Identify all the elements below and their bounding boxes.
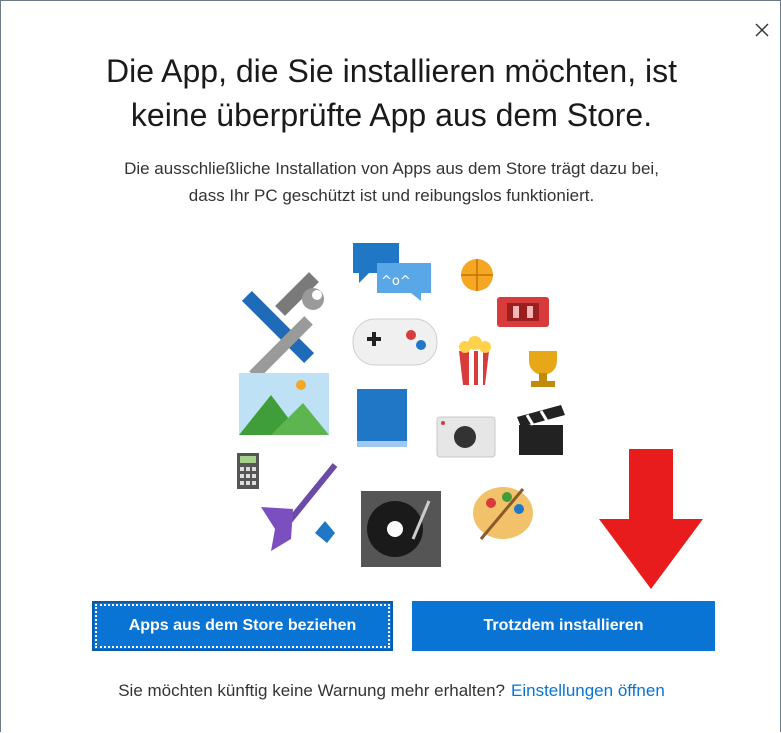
svg-text:^o^: ^o^ — [381, 274, 411, 289]
description-line-2: dass Ihr PC geschützt ist und reibungslo… — [188, 186, 595, 205]
title-line-1: Die App, die Sie installieren möchten, i… — [106, 53, 677, 89]
camera-icon — [436, 416, 496, 458]
book-icon — [357, 389, 407, 447]
palette-icon — [473, 487, 533, 540]
footer: Sie möchten künftig keine Warnung mehr e… — [1, 681, 781, 701]
annotation-arrow-icon — [599, 449, 703, 589]
tools-icon — [241, 272, 324, 380]
description-line-1: Die ausschließliche Installation von App… — [124, 159, 659, 178]
dialog-window: Die App, die Sie installieren möchten, i… — [0, 0, 781, 732]
trophy-icon — [529, 351, 557, 387]
dialog-title: Die App, die Sie installieren möchten, i… — [1, 49, 781, 137]
footer-text: Sie möchten künftig keine Warnung mehr e… — [118, 681, 506, 700]
close-icon[interactable] — [747, 15, 777, 45]
gamepad-icon — [352, 318, 438, 366]
open-settings-link[interactable]: Einstellungen öffnen — [511, 681, 665, 700]
clapperboard-icon — [517, 405, 565, 455]
basketball-icon — [461, 259, 493, 291]
photo-icon — [239, 373, 329, 435]
calculator-icon — [237, 453, 259, 489]
get-apps-from-store-button[interactable]: Apps aus dem Store beziehen — [92, 601, 393, 651]
install-anyway-button[interactable]: Trotzdem installieren — [412, 601, 715, 651]
guitar-icon — [261, 463, 338, 551]
dialog-description: Die ausschließliche Installation von App… — [1, 155, 781, 209]
turntable-icon — [361, 491, 441, 567]
apps-illustration: ^o^ — [237, 243, 565, 567]
ticket-icon — [497, 297, 549, 327]
popcorn-icon — [459, 336, 491, 385]
chat-icon: ^o^ — [353, 243, 431, 301]
title-line-2: keine überprüfte App aus dem Store. — [130, 97, 653, 133]
